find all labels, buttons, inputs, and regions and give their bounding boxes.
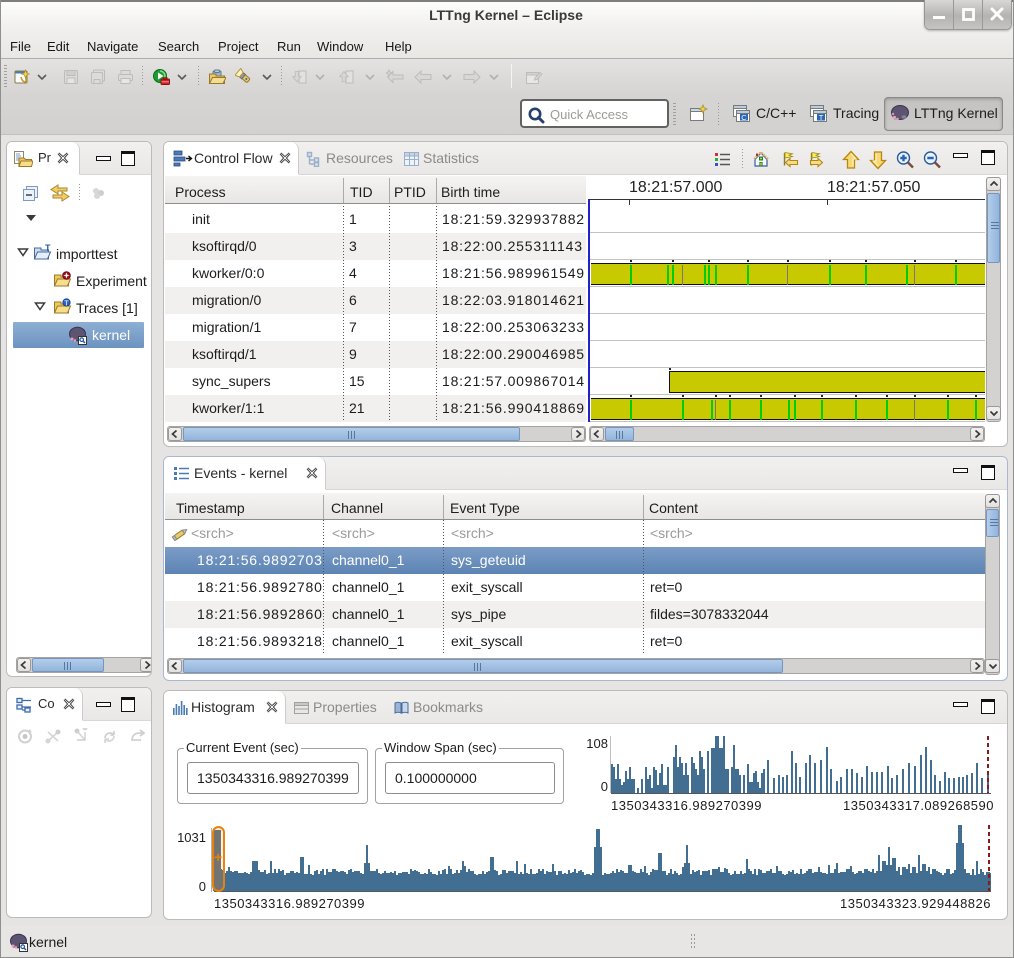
svg-text:T: T (64, 298, 69, 307)
svg-text:C: C (741, 113, 747, 122)
svg-text:T: T (819, 113, 824, 122)
svg-text:T: T (45, 244, 51, 253)
